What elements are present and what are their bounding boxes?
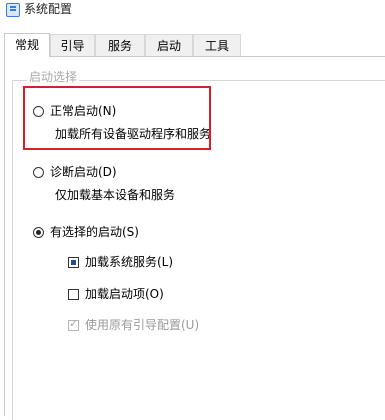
checkmark-icon: ✓ bbox=[69, 317, 79, 330]
tab-startup[interactable]: 启动 bbox=[145, 34, 193, 56]
window-title: 系统配置 bbox=[24, 2, 73, 16]
normal-startup-label[interactable]: 正常启动(N) bbox=[50, 103, 116, 119]
diagnostic-startup-radio[interactable] bbox=[33, 167, 44, 178]
tab-strip: 常规 引导 服务 启动 工具 bbox=[0, 33, 385, 57]
use-original-boot-config-label: 使用原有引导配置(U) bbox=[85, 318, 200, 332]
diagnostic-startup-description: 仅加载基本设备和服务 bbox=[55, 188, 176, 202]
normal-startup-radio[interactable] bbox=[33, 106, 44, 117]
msconfig-icon bbox=[6, 3, 20, 17]
load-system-services-checkbox[interactable] bbox=[68, 257, 79, 268]
diagnostic-startup-label[interactable]: 诊断启动(D) bbox=[50, 164, 117, 180]
load-startup-items-checkbox[interactable] bbox=[68, 289, 79, 300]
tab-boot[interactable]: 引导 bbox=[50, 34, 95, 56]
load-system-services-label[interactable]: 加载系统服务(L) bbox=[85, 254, 173, 270]
tab-general[interactable]: 常规 bbox=[4, 33, 50, 57]
title-bar: 系统配置 bbox=[0, 0, 385, 22]
selective-startup-label[interactable]: 有选择的启动(S) bbox=[50, 224, 139, 240]
tab-tools[interactable]: 工具 bbox=[193, 34, 241, 56]
selective-startup-radio[interactable] bbox=[33, 227, 44, 238]
startup-selection-label: 启动选择 bbox=[27, 70, 80, 84]
normal-startup-description: 加载所有设备驱动程序和服务 bbox=[55, 127, 212, 141]
load-startup-items-label[interactable]: 加载启动项(O) bbox=[85, 286, 164, 302]
use-original-boot-config-checkbox: ✓ bbox=[68, 317, 79, 331]
tab-services[interactable]: 服务 bbox=[95, 34, 145, 56]
